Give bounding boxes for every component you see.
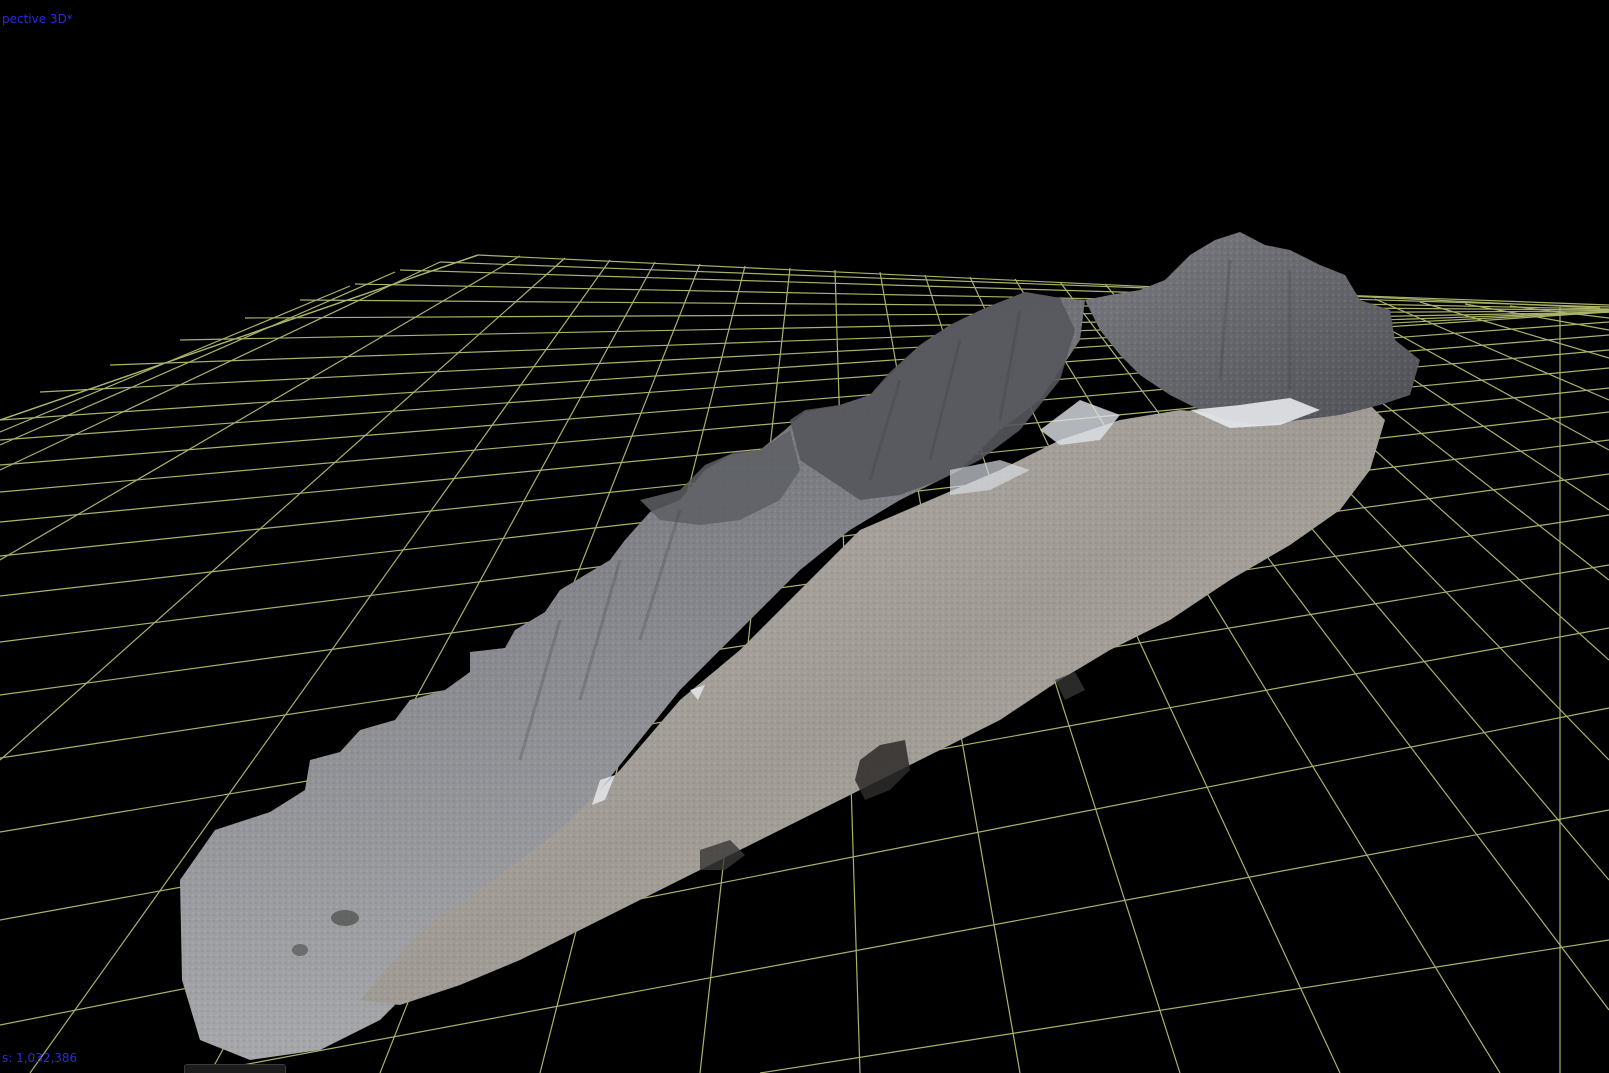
scene-canvas[interactable] (0, 0, 1609, 1073)
view-mode-label: pective 3D* (2, 12, 73, 26)
dark-outcrop (292, 944, 308, 956)
dark-outcrop (331, 910, 359, 926)
bottom-panel-tab[interactable] (184, 1064, 286, 1073)
point-count-label: s: 1,032,386 (2, 1051, 78, 1065)
3d-viewport[interactable]: pective 3D* s: 1,032,386 (0, 0, 1609, 1073)
